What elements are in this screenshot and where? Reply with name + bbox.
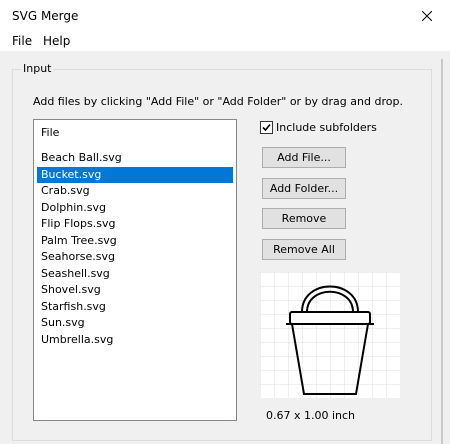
add-file-button[interactable]: Add File... — [262, 147, 346, 168]
file-list-header: File — [41, 126, 60, 139]
menu-bar: File Help — [0, 32, 450, 51]
instructions-text: Add files by clicking "Add File" or "Add… — [33, 95, 403, 108]
include-subfolders-option[interactable]: Include subfolders — [260, 121, 377, 134]
remove-all-button[interactable]: Remove All — [262, 239, 346, 260]
checkmark-icon — [262, 123, 271, 132]
file-list-item[interactable]: Seashell.svg — [37, 266, 233, 282]
title-bar: SVG Merge — [0, 0, 450, 32]
close-icon — [422, 11, 432, 21]
window-title: SVG Merge — [12, 9, 79, 23]
input-legend: Input — [21, 62, 54, 75]
file-list-item[interactable]: Seahorse.svg — [37, 249, 233, 265]
svg-preview — [260, 272, 400, 398]
file-list-item[interactable]: Bucket.svg — [37, 166, 233, 183]
file-list-item[interactable]: Dolphin.svg — [37, 200, 233, 216]
file-list-item[interactable]: Crab.svg — [37, 183, 233, 199]
file-list-item[interactable]: Flip Flops.svg — [37, 216, 233, 232]
main-window: SVG Merge File Help Input Add files by c… — [0, 0, 450, 444]
close-button[interactable] — [404, 0, 450, 32]
file-list-item[interactable]: Palm Tree.svg — [37, 233, 233, 249]
file-list-item[interactable]: Shovel.svg — [37, 282, 233, 298]
include-subfolders-checkbox[interactable] — [260, 121, 273, 134]
menu-help[interactable]: Help — [43, 34, 70, 48]
window-edge — [441, 59, 443, 444]
file-list-item[interactable]: Beach Ball.svg — [37, 150, 233, 166]
file-list-item[interactable]: Starfish.svg — [37, 299, 233, 315]
include-subfolders-label: Include subfolders — [276, 121, 377, 134]
add-folder-button[interactable]: Add Folder... — [262, 178, 346, 199]
menu-file[interactable]: File — [12, 34, 32, 48]
file-list-item[interactable]: Umbrella.svg — [37, 332, 233, 348]
remove-button[interactable]: Remove — [262, 208, 346, 229]
preview-dimensions: 0.67 x 1.00 inch — [266, 409, 356, 422]
file-list-item[interactable]: Sun.svg — [37, 315, 233, 331]
file-list[interactable]: File Beach Ball.svg Bucket.svg Crab.svg Dol… — [33, 119, 237, 421]
preview-canvas — [260, 272, 400, 398]
